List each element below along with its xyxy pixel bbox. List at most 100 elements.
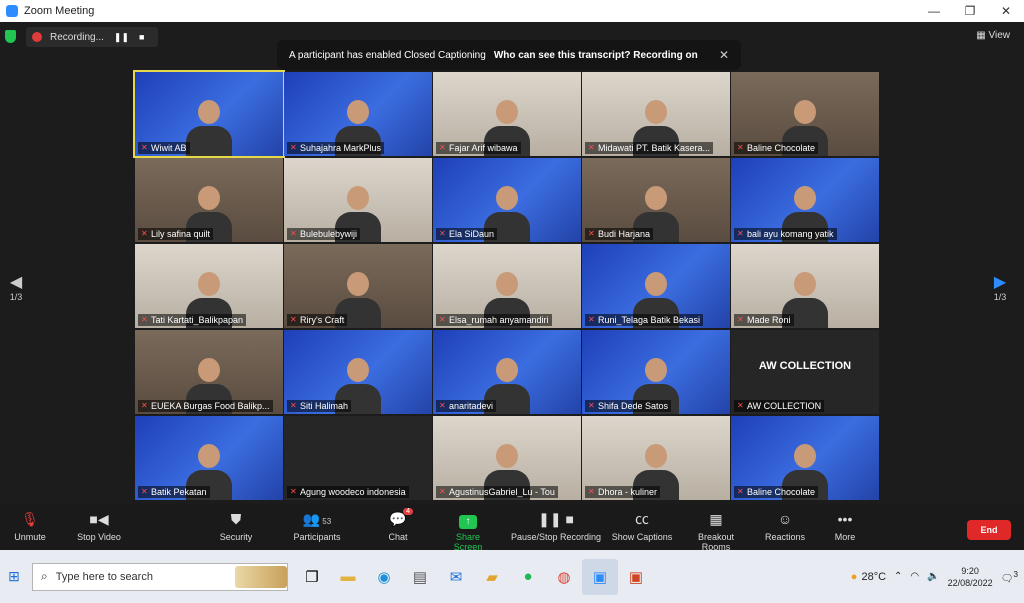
participant-tile[interactable]: ✕ Elsa_rumah anyamandiri	[433, 244, 581, 328]
zoom-app-icon[interactable]: ▣	[582, 558, 618, 595]
previous-page-button[interactable]: ◀ 1/3	[6, 272, 26, 302]
participant-tile[interactable]: ✕ bali ayu komang yatik	[731, 158, 879, 242]
unmute-button[interactable]: 🎙 Unmute	[12, 510, 48, 542]
close-window-button[interactable]: ✕	[988, 4, 1024, 18]
store-icon[interactable]: ▤	[402, 559, 438, 595]
file-explorer-icon[interactable]: ▬	[330, 559, 366, 595]
maximize-button[interactable]: ❐	[952, 4, 988, 18]
pause-stop-recording-button[interactable]: ❚❚ ■ Pause/Stop Recording	[510, 510, 602, 542]
participant-tile[interactable]: ✕ Wiwit AB	[133, 70, 285, 158]
security-button[interactable]: ⛊ Security	[216, 510, 256, 542]
view-button[interactable]: ▦ View	[976, 30, 1010, 41]
participant-tile[interactable]: ✕ Siti Halimah	[284, 330, 432, 414]
network-icon[interactable]: ◠	[910, 571, 919, 582]
participant-tile[interactable]: ✕ Batik Pekatan	[135, 416, 283, 500]
participant-tile[interactable]: ✕ EUEKA Burgas Food Balikp...	[135, 330, 283, 414]
muted-mic-icon: ✕	[588, 401, 595, 410]
zoom-logo-icon	[6, 5, 18, 17]
head	[496, 272, 518, 296]
chat-button[interactable]: 💬 4 Chat	[383, 508, 413, 542]
participant-name-label: ✕ Riry's Craft	[287, 314, 348, 326]
participant-name: Elsa_rumah anyamandiri	[449, 315, 549, 325]
show-captions-button[interactable]: ㏄ Show Captions	[611, 510, 673, 542]
weather-widget[interactable]: ● 28°C	[851, 571, 886, 583]
participant-name: Dhora - kuliner	[598, 487, 658, 497]
pause-recording-button[interactable]: ❚❚	[114, 32, 129, 43]
head	[496, 358, 518, 382]
window-title: Zoom Meeting	[24, 5, 95, 17]
taskbar-apps: ❐ ▬ ◉ ▤ ✉ ▰ ● ◍ ▣ ▣	[294, 558, 654, 595]
search-placeholder: Type here to search	[55, 570, 153, 583]
participant-name-label: ✕ Ela SiDaun	[436, 228, 498, 240]
participant-tile[interactable]: ✕ Riry's Craft	[284, 244, 432, 328]
clock-time: 9:20	[961, 565, 979, 576]
head	[645, 100, 667, 124]
stop-video-button[interactable]: ■◀ Stop Video	[74, 510, 124, 542]
muted-mic-icon: ✕	[588, 229, 595, 238]
head	[645, 186, 667, 210]
stop-recording-button[interactable]: ■	[139, 32, 144, 42]
muted-mic-icon: ✕	[290, 401, 297, 410]
muted-mic-icon: ✕	[439, 401, 446, 410]
participant-tile[interactable]: ✕ Shifa Dede Satos	[582, 330, 730, 414]
head	[794, 272, 816, 296]
participant-name-label: ✕ Suhajahra MarkPlus	[287, 142, 385, 154]
muted-mic-icon: ✕	[141, 229, 148, 238]
windows-logo-icon: ⊞	[8, 568, 20, 584]
participant-tile[interactable]: ✕ Baline Chocolate	[731, 72, 879, 156]
spotify-icon[interactable]: ●	[510, 559, 546, 595]
participant-tile[interactable]: ✕ anaritadevi	[433, 330, 581, 414]
end-meeting-button[interactable]: End	[967, 520, 1011, 540]
participant-tile[interactable]: ✕ Fajar Arif wibawa	[433, 72, 581, 156]
tray-overflow-icon[interactable]: ⌃	[894, 571, 902, 582]
participant-tile[interactable]: ✕ Lily safina quilt	[135, 158, 283, 242]
participant-tile[interactable]: ✕ Midawati PT. Batik Kasera...	[582, 72, 730, 156]
participant-tile[interactable]: ✕ Ela SiDaun	[433, 158, 581, 242]
muted-mic-icon: ✕	[290, 315, 297, 324]
powerpoint-icon[interactable]: ▣	[618, 559, 654, 595]
participants-button[interactable]: 👥 53 Participants	[290, 510, 344, 542]
participant-name: Bulebulebywiji	[300, 229, 358, 239]
show-captions-label: Show Captions	[611, 532, 673, 542]
volume-icon[interactable]: 🔈	[927, 571, 939, 582]
participant-tile[interactable]: ✕ Agung woodeco indonesia	[284, 416, 432, 500]
page-indicator-right: 1/3	[993, 292, 1007, 302]
head	[347, 100, 369, 124]
participant-name: AW COLLECTION	[747, 401, 822, 411]
more-button[interactable]: ••• More	[830, 510, 860, 542]
participant-tile[interactable]: ✕ Budi Harjana	[582, 158, 730, 242]
banner-close-button[interactable]: ✕	[719, 48, 729, 62]
participant-tile[interactable]: ✕ Bulebulebywiji	[284, 158, 432, 242]
security-shield-icon[interactable]	[5, 30, 16, 43]
mail-icon[interactable]: ✉	[438, 559, 474, 595]
participant-tile[interactable]: AW COLLECTION ✕ AW COLLECTION	[731, 330, 879, 414]
chrome-icon[interactable]: ◍	[546, 559, 582, 595]
start-button[interactable]: ⊞	[0, 563, 28, 591]
windows-taskbar: ⊞ ⌕ Type here to search ❐ ▬ ◉ ▤ ✉ ▰ ● ◍ …	[0, 550, 1024, 603]
participant-tile[interactable]: ✕ Made Roni	[731, 244, 879, 328]
breakout-rooms-button[interactable]: ▦ Breakout Rooms	[683, 510, 749, 552]
next-page-button[interactable]: ▶ 1/3	[990, 272, 1010, 302]
photos-icon[interactable]: ▰	[474, 559, 510, 595]
edge-browser-icon[interactable]: ◉	[366, 559, 402, 595]
task-view-icon[interactable]: ❐	[294, 559, 330, 595]
muted-mic-icon: ✕	[141, 315, 148, 324]
clock[interactable]: 9:20 22/08/2022	[948, 565, 993, 589]
participant-tile[interactable]: ✕ Suhajahra MarkPlus	[284, 72, 432, 156]
participant-name: Riry's Craft	[300, 315, 345, 325]
transcript-info-link[interactable]: Who can see this transcript? Recording o…	[494, 50, 698, 61]
minimize-button[interactable]: —	[916, 4, 952, 18]
muted-mic-icon: ✕	[737, 143, 744, 152]
notifications-icon[interactable]: 🗨3	[1001, 569, 1018, 584]
reactions-button[interactable]: ☺ Reactions	[764, 510, 806, 542]
participant-tile[interactable]: ✕ Tati Kartati_Balikpapan	[135, 244, 283, 328]
participant-tile[interactable]: ✕ AgustinusGabriel_Lu - Tou	[433, 416, 581, 500]
share-screen-label: Share Screen	[453, 532, 483, 552]
participant-name: anaritadevi	[449, 401, 494, 411]
participant-tile[interactable]: ✕ Dhora - kuliner	[582, 416, 730, 500]
recording-label: Recording...	[50, 31, 104, 43]
participant-tile[interactable]: ✕ Runi_Telaga Batik Bekasi	[582, 244, 730, 328]
taskbar-search-box[interactable]: ⌕ Type here to search	[32, 562, 288, 591]
share-screen-button[interactable]: ↑ Share Screen	[441, 510, 495, 552]
participant-tile[interactable]: ✕ Baline Chocolate	[731, 416, 879, 500]
